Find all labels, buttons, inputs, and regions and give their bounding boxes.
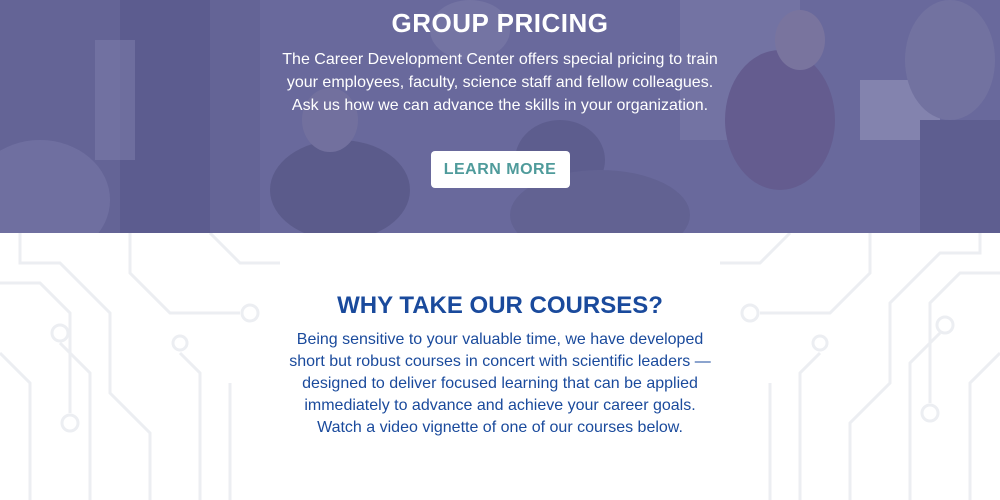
learn-more-button[interactable]: LEARN MORE bbox=[430, 151, 570, 188]
description-line: Ask us how we can advance the skills in … bbox=[291, 97, 709, 114]
description-line: Watch a video vignette of one of our cou… bbox=[317, 419, 683, 436]
group-pricing-hero: GROUP PRICING The Career Development Cen… bbox=[0, 0, 1000, 233]
description-line: designed to deliver focused learning tha… bbox=[302, 375, 698, 392]
group-pricing-title: GROUP PRICING bbox=[391, 8, 609, 38]
courses-description: Being sensitive to your valuable time, w… bbox=[250, 329, 750, 439]
description-line: your employees, faculty, science staff a… bbox=[286, 74, 714, 91]
description-line: immediately to advance and achieve your … bbox=[304, 397, 696, 414]
hero-content: GROUP PRICING The Career Development Cen… bbox=[0, 0, 1000, 188]
description-line: short but robust courses in concert with… bbox=[289, 353, 711, 370]
description-line: Being sensitive to your valuable time, w… bbox=[296, 331, 704, 348]
group-pricing-description: The Career Development Center offers spe… bbox=[240, 48, 760, 117]
courses-content: WHY TAKE OUR COURSES? Being sensitive to… bbox=[0, 233, 1000, 439]
why-take-our-courses-title: WHY TAKE OUR COURSES? bbox=[337, 292, 663, 319]
why-take-our-courses-section: WHY TAKE OUR COURSES? Being sensitive to… bbox=[0, 233, 1000, 500]
description-line: The Career Development Center offers spe… bbox=[282, 51, 718, 68]
